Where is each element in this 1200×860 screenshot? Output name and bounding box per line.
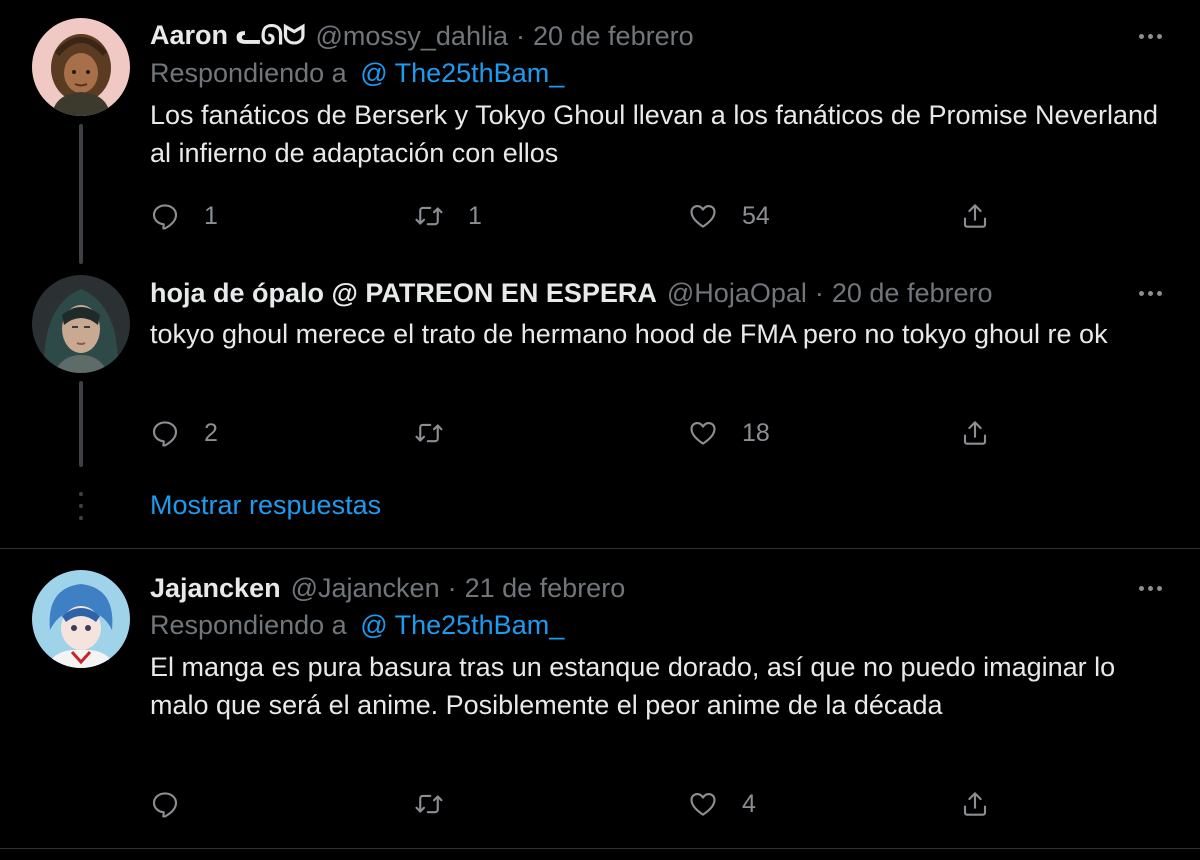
share-button[interactable] (960, 784, 990, 824)
thread-dots (79, 492, 83, 526)
share-icon (960, 418, 990, 448)
replying-to: Respondiendo a @ The25thBam_ (150, 606, 1170, 644)
retweet-button[interactable] (414, 784, 468, 824)
separator: · (447, 572, 457, 603)
replying-prefix: Respondiendo a (150, 58, 347, 88)
reply-icon (150, 201, 180, 231)
more-icon[interactable] (1130, 570, 1170, 606)
replying-prefix: Respondiendo a (150, 610, 347, 640)
heart-icon (688, 201, 718, 231)
conversation-thread: Aaron ᓚᘏᗢ @mossy_dahlia · 20 de febrero … (0, 0, 1200, 860)
retweet-icon (414, 789, 444, 819)
like-button[interactable]: 4 (688, 784, 756, 824)
tweet-text: tokyo ghoul merece el trato de hermano h… (150, 319, 1108, 349)
action-bar: 4 (150, 784, 1010, 824)
like-count: 18 (742, 418, 770, 447)
like-button[interactable]: 54 (688, 196, 770, 236)
show-replies-link[interactable]: Mostrar respuestas (150, 490, 381, 521)
thread-connector (79, 124, 83, 264)
reply-icon (150, 789, 180, 819)
divider (0, 848, 1200, 849)
divider (0, 548, 1200, 549)
more-icon[interactable] (1130, 275, 1170, 311)
separator: · (515, 20, 525, 51)
user-handle[interactable]: @HojaOpal (667, 278, 807, 309)
tweet-header: hoja de ópalo @ PATREON EN ESPERA @HojaO… (150, 275, 1170, 311)
avatar[interactable] (32, 570, 130, 668)
more-icon[interactable] (1130, 18, 1170, 54)
display-name[interactable]: Aaron ᓚᘏᗢ (150, 20, 305, 52)
reply-button[interactable]: 1 (150, 196, 218, 236)
display-name[interactable]: hoja de ópalo @ PATREON EN ESPERA (150, 278, 657, 309)
avatar[interactable] (32, 18, 130, 116)
reply-button[interactable]: 2 (150, 413, 218, 453)
share-icon (960, 201, 990, 231)
mention-link[interactable]: @ The25thBam_ (360, 610, 564, 640)
mention-link[interactable]: @ The25thBam_ (360, 58, 564, 88)
retweet-button[interactable]: 1 (414, 196, 482, 236)
timestamp[interactable]: 20 de febrero (832, 278, 993, 309)
retweet-icon (414, 201, 444, 231)
user-handle[interactable]: @Jajancken (291, 573, 440, 604)
avatar[interactable] (32, 275, 130, 373)
tweet-header: Jajancken @Jajancken · 21 de febrero (150, 570, 1170, 606)
reply-button[interactable] (150, 784, 204, 824)
action-bar: 1 1 54 (150, 196, 1010, 236)
retweet-icon (414, 418, 444, 448)
tweet-text: El manga es pura basura tras un estanque… (150, 652, 1116, 720)
tweet-header: Aaron ᓚᘏᗢ @mossy_dahlia · 20 de febrero (150, 18, 1170, 54)
reply-count: 2 (204, 418, 218, 447)
timestamp[interactable]: 21 de febrero (465, 573, 626, 604)
action-bar: 2 18 (150, 413, 1010, 453)
tweet-text: Los fanáticos de Berserk y Tokyo Ghoul l… (150, 100, 1159, 168)
reply-count: 1 (204, 201, 218, 230)
reply-icon (150, 418, 180, 448)
retweet-count: 1 (468, 201, 482, 230)
retweet-button[interactable] (414, 413, 468, 453)
thread-connector (79, 381, 83, 467)
display-name[interactable]: Jajancken (150, 573, 281, 604)
like-count: 4 (742, 789, 756, 818)
like-count: 54 (742, 201, 770, 230)
share-button[interactable] (960, 196, 990, 236)
replying-to: Respondiendo a @ The25thBam_ (150, 54, 1170, 92)
share-icon (960, 789, 990, 819)
timestamp[interactable]: 20 de febrero (533, 21, 694, 52)
heart-icon (688, 418, 718, 448)
separator: · (814, 277, 824, 308)
share-button[interactable] (960, 413, 990, 453)
user-handle[interactable]: @mossy_dahlia (315, 21, 508, 52)
heart-icon (688, 789, 718, 819)
like-button[interactable]: 18 (688, 413, 770, 453)
